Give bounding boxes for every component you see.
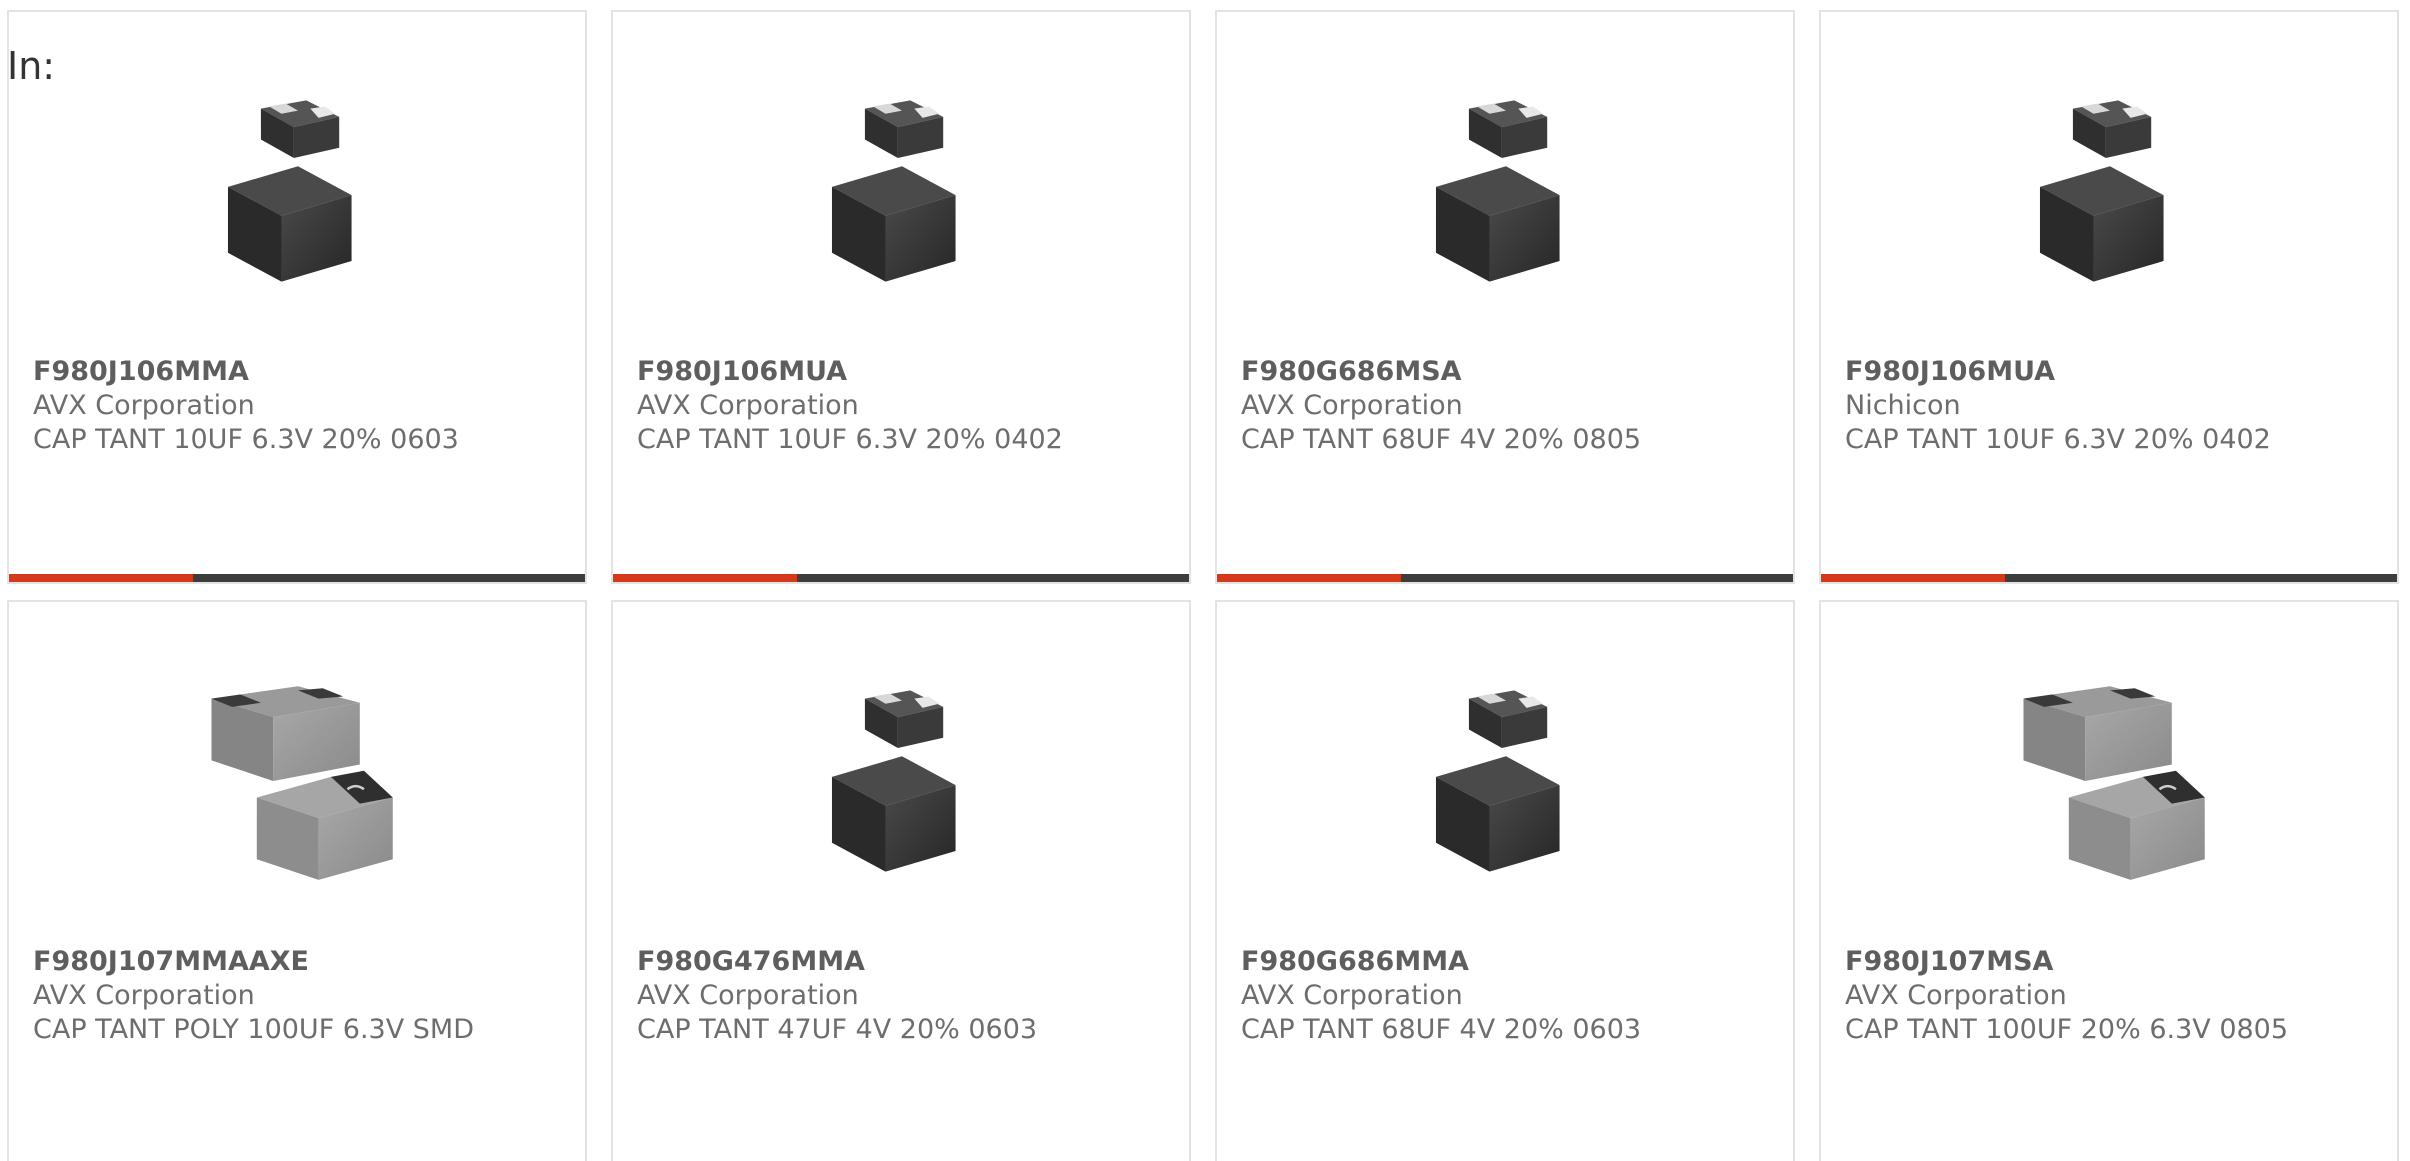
- dark-smd-capacitor-icon: [2039, 100, 2164, 282]
- product-card[interactable]: F980J107MSA AVX Corporation CAP TANT 100…: [1819, 600, 2399, 1161]
- part-number[interactable]: F980G686MSA: [1241, 355, 1783, 389]
- manufacturer: AVX Corporation: [33, 980, 255, 1011]
- dark-smd-capacitor-icon: [1435, 100, 1560, 282]
- product-info: F980J106MUA Nichicon CAP TANT 10UF 6.3V …: [1845, 355, 2387, 457]
- progress-fill: [1821, 574, 2006, 582]
- description: CAP TANT 68UF 4V 20% 0603: [1241, 1014, 1642, 1045]
- part-number[interactable]: F980J106MUA: [637, 355, 1179, 389]
- part-number[interactable]: F980G476MMA: [637, 945, 1179, 979]
- product-info: F980J107MSA AVX Corporation CAP TANT 100…: [1845, 945, 2387, 1047]
- description: CAP TANT POLY 100UF 6.3V SMD: [33, 1014, 475, 1045]
- in-label: In:: [7, 44, 56, 88]
- product-info: F980J106MUA AVX Corporation CAP TANT 10U…: [637, 355, 1179, 457]
- product-grid: F980J106MMA AVX Corporation CAP TANT 10U…: [7, 10, 2399, 1161]
- part-number[interactable]: F980J106MUA: [1845, 355, 2387, 389]
- progress-fill: [613, 574, 798, 582]
- product-card[interactable]: F980J106MUA Nichicon CAP TANT 10UF 6.3V …: [1819, 10, 2399, 584]
- product-card[interactable]: F980J106MMA AVX Corporation CAP TANT 10U…: [7, 10, 587, 584]
- product-card[interactable]: F980G686MSA AVX Corporation CAP TANT 68U…: [1215, 10, 1795, 584]
- manufacturer: AVX Corporation: [1845, 980, 2067, 1011]
- product-card[interactable]: F980G476MMA AVX Corporation CAP TANT 47U…: [611, 600, 1191, 1161]
- product-card[interactable]: F980J106MUA AVX Corporation CAP TANT 10U…: [611, 10, 1191, 584]
- description: CAP TANT 68UF 4V 20% 0805: [1241, 424, 1642, 455]
- progress-bar: [1217, 574, 1793, 582]
- description: CAP TANT 47UF 4V 20% 0603: [637, 1014, 1038, 1045]
- part-number[interactable]: F980G686MMA: [1241, 945, 1783, 979]
- product-info: F980J107MMAAXE AVX Corporation CAP TANT …: [33, 945, 575, 1047]
- progress-bar: [1821, 574, 2397, 582]
- product-info: F980G476MMA AVX Corporation CAP TANT 47U…: [637, 945, 1179, 1047]
- manufacturer: AVX Corporation: [637, 390, 859, 421]
- part-number[interactable]: F980J107MMAAXE: [33, 945, 575, 979]
- product-card[interactable]: F980J107MMAAXE AVX Corporation CAP TANT …: [7, 600, 587, 1161]
- part-number[interactable]: F980J107MSA: [1845, 945, 2387, 979]
- description: CAP TANT 10UF 6.3V 20% 0603: [33, 424, 459, 455]
- product-info: F980J106MMA AVX Corporation CAP TANT 10U…: [33, 355, 575, 457]
- description: CAP TANT 10UF 6.3V 20% 0402: [637, 424, 1063, 455]
- results-page: In: F980J106MMA AVX Corporation CAP TANT…: [0, 0, 2410, 1161]
- dark-smd-capacitor-icon: [227, 100, 352, 282]
- part-number[interactable]: F980J106MMA: [33, 355, 575, 389]
- product-info: F980G686MMA AVX Corporation CAP TANT 68U…: [1241, 945, 1783, 1047]
- progress-fill: [9, 574, 194, 582]
- manufacturer: AVX Corporation: [637, 980, 859, 1011]
- manufacturer: AVX Corporation: [1241, 390, 1463, 421]
- gray-smd-capacitor-icon: [2023, 686, 2205, 880]
- manufacturer: AVX Corporation: [33, 390, 255, 421]
- manufacturer: AVX Corporation: [1241, 980, 1463, 1011]
- dark-smd-capacitor-icon: [1435, 690, 1560, 872]
- progress-bar: [9, 574, 585, 582]
- dark-smd-capacitor-icon: [831, 690, 956, 872]
- progress-fill: [1217, 574, 1402, 582]
- gray-smd-capacitor-icon: [211, 686, 393, 880]
- product-info: F980G686MSA AVX Corporation CAP TANT 68U…: [1241, 355, 1783, 457]
- manufacturer: Nichicon: [1845, 390, 1961, 421]
- progress-bar: [613, 574, 1189, 582]
- description: CAP TANT 100UF 20% 6.3V 0805: [1845, 1014, 2289, 1045]
- dark-smd-capacitor-icon: [831, 100, 956, 282]
- product-card[interactable]: F980G686MMA AVX Corporation CAP TANT 68U…: [1215, 600, 1795, 1161]
- description: CAP TANT 10UF 6.3V 20% 0402: [1845, 424, 2271, 455]
